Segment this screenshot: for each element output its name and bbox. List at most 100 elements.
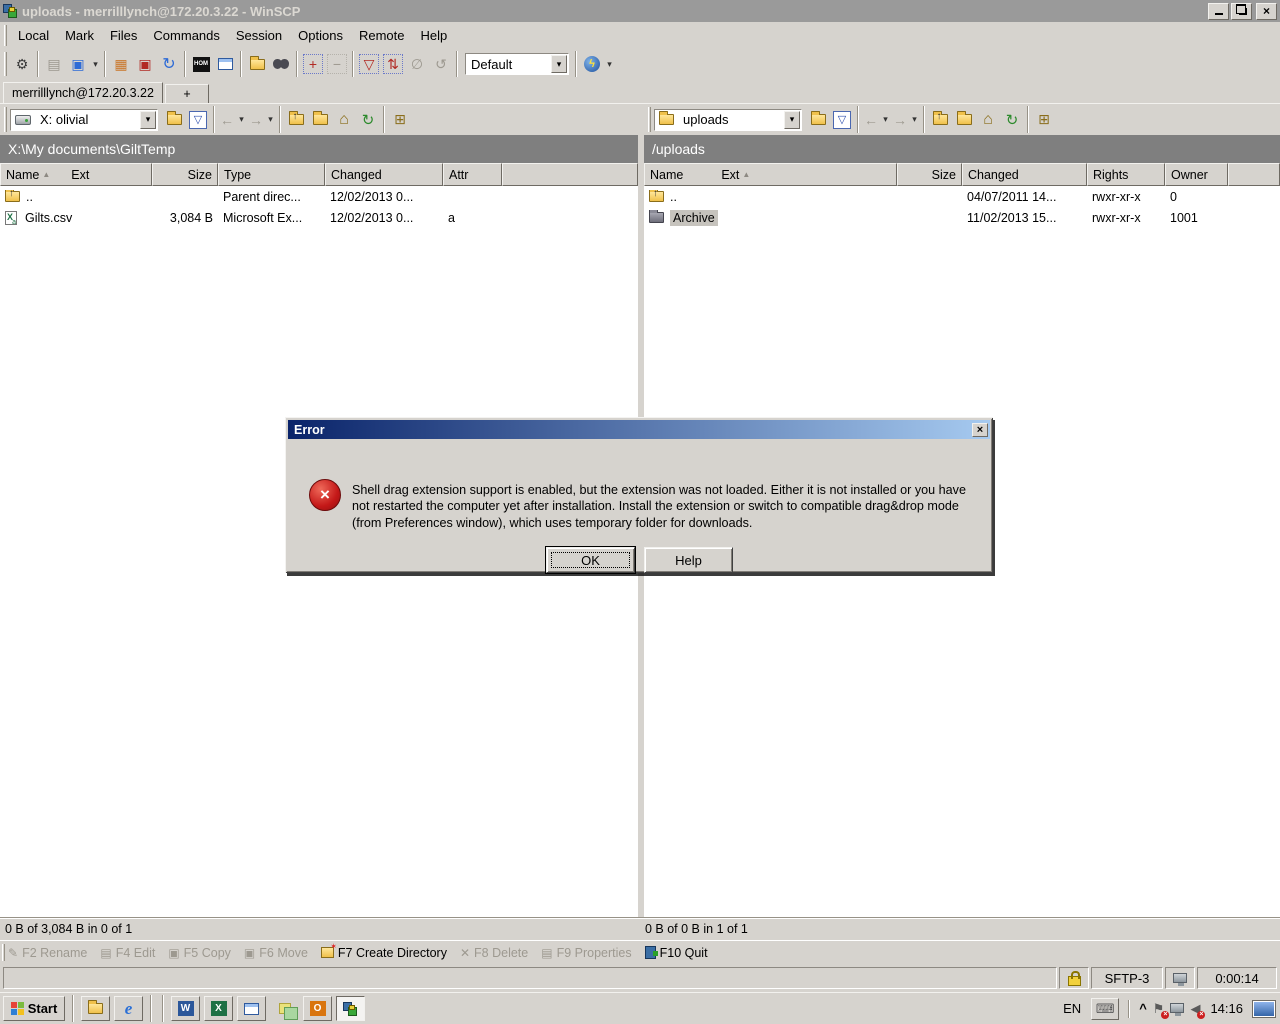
local-header-size[interactable]: Size <box>152 163 218 186</box>
remote-back-caret[interactable]: ▾ <box>880 108 891 131</box>
tray-expand-chevron[interactable]: ^ <box>1139 1001 1147 1016</box>
remote-header-rights[interactable]: Rights <box>1087 163 1165 186</box>
minimize-button[interactable] <box>1208 3 1229 20</box>
new-session-button[interactable]: ▦ <box>109 53 133 76</box>
clone-session-caret[interactable]: ▾ <box>90 53 101 76</box>
local-header-type[interactable]: Type <box>218 163 325 186</box>
remote-directory-select[interactable]: uploads ▾ <box>654 109 802 131</box>
keyboard-layout-button[interactable]: ⌨ <box>1091 998 1119 1020</box>
menu-mark[interactable]: Mark <box>57 24 102 47</box>
remote-forward-button[interactable]: → <box>891 108 909 131</box>
local-header-changed[interactable]: Changed <box>325 163 443 186</box>
local-drive-select[interactable]: X: olivial ▾ <box>10 109 158 131</box>
close-button[interactable]: × <box>1256 3 1277 20</box>
local-root-directory-button[interactable] <box>308 108 332 131</box>
panel-toolbar-grip[interactable] <box>648 107 651 132</box>
help-button[interactable]: Help <box>644 547 733 573</box>
remote-home-directory-button[interactable]: ⌂ <box>976 108 1000 131</box>
update-caret[interactable]: ▾ <box>604 53 615 76</box>
local-back-button[interactable]: ← <box>218 108 236 131</box>
f9-properties-button[interactable]: ▤F9 Properties <box>541 946 631 960</box>
local-forward-button[interactable]: → <box>247 108 265 131</box>
local-drive-caret[interactable]: ▾ <box>140 111 156 129</box>
taskbar-item-word[interactable]: W <box>171 996 200 1021</box>
taskbar-clock[interactable]: 14:16 <box>1206 1001 1247 1016</box>
filter-files-button[interactable]: ▽ <box>357 53 381 76</box>
transfer-settings-caret[interactable]: ▾ <box>551 55 567 73</box>
encryption-status-panel[interactable] <box>1059 967 1089 989</box>
start-button[interactable]: Start <box>3 996 65 1021</box>
language-indicator[interactable]: EN <box>1059 1001 1085 1016</box>
taskbar-item-winscp[interactable] <box>336 996 365 1021</box>
fbar-grip[interactable] <box>2 944 5 961</box>
menu-commands[interactable]: Commands <box>145 24 227 47</box>
error-dialog-close-button[interactable]: × <box>972 423 988 437</box>
taskbar-item-notes[interactable] <box>270 996 299 1021</box>
table-row-selected[interactable]: Archive 11/02/2013 15... rwxr-xr-x 1001 <box>644 207 1280 228</box>
remote-directory-caret[interactable]: ▾ <box>784 111 800 129</box>
menu-grip[interactable] <box>4 25 7 46</box>
synchronize-button[interactable] <box>245 53 269 76</box>
protocol-status-panel[interactable]: SFTP-3 <box>1091 967 1163 989</box>
open-console-button[interactable]: HOM <box>189 53 213 76</box>
new-session-tab[interactable]: + <box>165 84 209 103</box>
f5-copy-button[interactable]: ▣F5 Copy <box>168 946 231 960</box>
remote-parent-directory-button[interactable] <box>928 108 952 131</box>
local-home-directory-button[interactable]: ⌂ <box>332 108 356 131</box>
remote-header-name-ext[interactable]: Name Ext ▲ <box>644 163 897 186</box>
find-files-button[interactable] <box>269 53 293 76</box>
remote-path-bar[interactable]: /uploads <box>644 135 1280 163</box>
synchronize-browsing-button[interactable]: ⇅ <box>381 53 405 76</box>
restore-button[interactable] <box>1231 3 1252 20</box>
select-files-button[interactable]: + <box>301 53 325 76</box>
f4-edit-button[interactable]: ▤F4 Edit <box>100 946 155 960</box>
local-filter-button[interactable]: ▽ <box>186 108 210 131</box>
taskbar-item-explorer[interactable] <box>237 996 266 1021</box>
menu-help[interactable]: Help <box>412 24 455 47</box>
remote-root-directory-button[interactable] <box>952 108 976 131</box>
unselect-files-button[interactable]: − <box>325 53 349 76</box>
remote-tree-toggle-button[interactable]: ⊞ <box>1032 108 1056 131</box>
local-open-directory-button[interactable] <box>162 108 186 131</box>
remote-header-size[interactable]: Size <box>897 163 962 186</box>
f2-rename-button[interactable]: ✎F2 Rename <box>8 946 87 960</box>
ok-button[interactable]: OK <box>546 547 635 573</box>
compression-status-panel[interactable] <box>1165 967 1195 989</box>
remote-filter-button[interactable]: ▽ <box>830 108 854 131</box>
f6-move-button[interactable]: ▣F6 Move <box>244 946 308 960</box>
remote-refresh-button[interactable]: ↻ <box>1000 108 1024 131</box>
update-button[interactable]: ϟ <box>580 53 604 76</box>
queue-button[interactable]: ▤ <box>42 53 66 76</box>
table-row[interactable]: .. Parent direc... 12/02/2013 0... <box>0 186 638 207</box>
clear-selection-button[interactable]: ∅ <box>405 53 429 76</box>
local-forward-caret[interactable]: ▾ <box>265 108 276 131</box>
clone-session-button[interactable]: ▣ <box>66 53 90 76</box>
quick-launch-internet-explorer[interactable]: e <box>114 996 143 1021</box>
tray-flag-icon[interactable]: ⚑× <box>1153 1001 1165 1017</box>
tray-network-icon[interactable] <box>1170 1001 1184 1016</box>
local-refresh-button[interactable]: ↻ <box>356 108 380 131</box>
restore-selection-button[interactable]: ↺ <box>429 53 453 76</box>
f7-create-directory-button[interactable]: F7 Create Directory <box>321 946 447 960</box>
menu-session[interactable]: Session <box>228 24 290 47</box>
panel-toolbar-grip[interactable] <box>4 107 7 132</box>
quick-launch-desktop[interactable] <box>81 996 110 1021</box>
remote-open-directory-button[interactable] <box>806 108 830 131</box>
table-row[interactable]: .. 04/07/2011 14... rwxr-xr-x 0 <box>644 186 1280 207</box>
session-tab[interactable]: merrilllynch@172.20.3.22 <box>3 82 163 103</box>
tray-volume-muted-icon[interactable]: ◀× <box>1190 1001 1200 1017</box>
menu-files[interactable]: Files <box>102 24 145 47</box>
toolbar-grip[interactable] <box>4 52 7 76</box>
preferences-button[interactable]: ⚙ <box>10 53 34 76</box>
menu-remote[interactable]: Remote <box>351 24 413 47</box>
transfer-settings-select[interactable]: Default ▾ <box>465 53 569 75</box>
remote-header-changed[interactable]: Changed <box>962 163 1087 186</box>
local-header-name-ext[interactable]: Name ▲ Ext <box>0 163 152 186</box>
menu-options[interactable]: Options <box>290 24 351 47</box>
f8-delete-button[interactable]: ✕F8 Delete <box>460 946 528 960</box>
duplicate-session-button[interactable]: ▣ <box>133 53 157 76</box>
reconnect-button[interactable]: ↻ <box>157 53 181 76</box>
local-back-caret[interactable]: ▾ <box>236 108 247 131</box>
taskbar-item-excel[interactable]: X <box>204 996 233 1021</box>
remote-back-button[interactable]: ← <box>862 108 880 131</box>
